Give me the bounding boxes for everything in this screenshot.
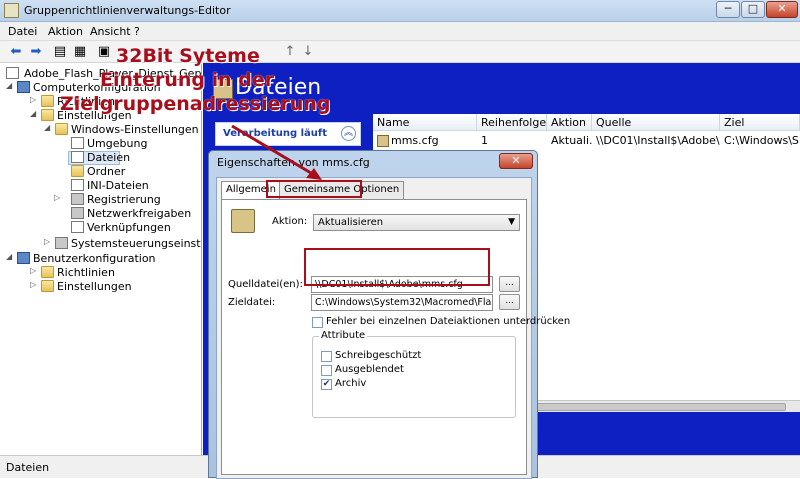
collapse-icon[interactable]: ◢: [6, 81, 16, 90]
dropdown-arrow-icon: ▼: [508, 217, 515, 227]
shortcut-icon: [71, 221, 84, 233]
aktion-value: Aktualisieren: [318, 217, 384, 228]
processing-label: Verarbeitung läuft: [223, 128, 328, 139]
tree-b-einstellungen[interactable]: ▷ Einstellungen: [30, 280, 200, 294]
table-cell-action[interactable]: Aktuali...: [547, 133, 592, 149]
archive-label: Archiv: [335, 378, 367, 389]
status-text: Dateien: [6, 461, 50, 474]
menu-ansicht[interactable]: Ansicht: [90, 25, 131, 38]
properties-dialog: Eigenschaften von mms.cfg ✕ Allgemein Ge…: [208, 150, 570, 479]
collapse-icon[interactable]: ◢: [44, 123, 54, 132]
table-cell-source[interactable]: \\DC01\Install$\Adobe\mms...: [592, 133, 720, 149]
archive-checkbox[interactable]: ✔: [321, 379, 332, 390]
processing-panel[interactable]: Verarbeitung läuft ︽: [215, 122, 361, 146]
aktion-dropdown[interactable]: Aktualisieren ▼: [313, 214, 520, 231]
tree-windows-einstellungen[interactable]: ◢ Windows-Einstellungen: [44, 123, 200, 137]
folder-icon: [41, 95, 54, 107]
attribute-groupbox: Attribute Schreibgeschützt Ausgeblendet …: [312, 330, 516, 418]
highlight-file-paths: [304, 248, 490, 286]
maximize-button[interactable]: □: [741, 1, 765, 18]
control-panel-icon: [55, 237, 68, 249]
registry-icon: [71, 193, 84, 205]
annotation-line-1: 32Bit Syteme: [116, 45, 260, 67]
zieldatei-input[interactable]: C:\Windows\System32\Macromed\Flash\mms.: [311, 294, 493, 311]
collapse-icon[interactable]: ◢: [6, 252, 16, 261]
ini-file-icon: [71, 179, 84, 191]
hidden-label: Ausgeblendet: [335, 364, 404, 375]
table-cell-order[interactable]: 1: [477, 133, 547, 149]
back-arrow-icon[interactable]: ⬅: [8, 44, 24, 60]
dialog-body: Allgemein Gemeinsame Optionen Aktion: Ak…: [216, 177, 570, 479]
highlight-common-options-tab: [266, 180, 362, 198]
menu-aktion[interactable]: Aktion: [48, 25, 83, 38]
column-header-action[interactable]: Aktion: [547, 114, 592, 131]
hidden-checkbox[interactable]: [321, 365, 332, 376]
collapse-icon[interactable]: ◢: [30, 109, 40, 118]
forward-arrow-icon[interactable]: ➡: [28, 44, 44, 60]
menu-datei[interactable]: Datei: [8, 25, 37, 38]
table-cell-name[interactable]: mms.cfg: [387, 133, 477, 149]
expand-icon[interactable]: ▷: [30, 95, 40, 104]
column-header-name[interactable]: Name: [373, 114, 477, 131]
tree-netzwerkfreigaben[interactable]: Netzwerkfreigaben: [60, 207, 200, 221]
environment-icon: [71, 137, 84, 149]
suppress-errors-label: Fehler bei einzelnen Dateiaktionen unter…: [326, 316, 571, 327]
menu-help[interactable]: ?: [134, 25, 140, 38]
tree-ordner[interactable]: Ordner: [60, 165, 200, 179]
computer-icon: [17, 81, 30, 93]
tab-panel: Aktion: Aktualisieren ▼ Quelldatei(en): …: [221, 199, 570, 475]
folder-icon: [41, 280, 54, 292]
folder-icon: [41, 109, 54, 121]
folder-icon: [55, 123, 68, 135]
dialog-title: Eigenschaften von mms.cfg: [217, 156, 370, 169]
browse-target-button[interactable]: ...: [499, 294, 520, 310]
tree-umgebung[interactable]: Umgebung: [60, 137, 200, 151]
readonly-label: Schreibgeschützt: [335, 350, 422, 361]
column-header-order[interactable]: Reihenfolge: [477, 114, 547, 131]
annotation-line-3: Zielgruppenadressierung: [60, 93, 331, 115]
menu-bar: Datei Aktion Ansicht ?: [0, 22, 800, 41]
window-title: Gruppenrichtlinienverwaltungs-Editor: [24, 4, 231, 17]
table-cell-target[interactable]: C:\Windows\S: [720, 133, 800, 149]
column-header-source[interactable]: Quelle: [592, 114, 720, 131]
files-icon: [71, 151, 84, 163]
title-bar: Gruppenrichtlinienverwaltungs-Editor ─ □…: [0, 0, 800, 22]
tree-registrierung[interactable]: ▷ Registrierung: [54, 193, 200, 207]
folder-icon: [71, 165, 84, 177]
readonly-checkbox[interactable]: [321, 351, 332, 362]
column-header-target[interactable]: Ziel: [720, 114, 800, 131]
tree-systemsteuerung[interactable]: ▷ Systemsteuerungseinstellunge: [44, 237, 201, 251]
suppress-errors-checkbox[interactable]: [312, 317, 323, 328]
folder-icon: [41, 266, 54, 278]
expand-icon[interactable]: ▷: [44, 237, 54, 246]
dialog-close-button[interactable]: ✕: [499, 153, 533, 169]
aktion-label: Aktion:: [272, 216, 308, 227]
user-icon: [17, 252, 30, 264]
annotation-line-2: Einterung in der: [100, 69, 275, 91]
file-action-icon: [231, 209, 255, 233]
attribute-legend: Attribute: [319, 330, 368, 341]
minimize-button[interactable]: ─: [716, 1, 740, 18]
app-icon: [4, 3, 19, 18]
expand-icon[interactable]: ▷: [30, 266, 40, 275]
close-button[interactable]: ✕: [766, 1, 798, 18]
expand-icon[interactable]: ▷: [30, 280, 40, 289]
network-share-icon: [71, 207, 84, 219]
tree-dateien[interactable]: Dateien: [60, 151, 200, 165]
tree-pane: Adobe_Flash_Player_Dienst_Geplante_Auf ◢…: [0, 63, 202, 455]
expand-icon[interactable]: ▷: [54, 193, 64, 202]
policy-icon: [6, 67, 19, 79]
annotation-text: 32Bit Syteme Einterung in der Zielgruppe…: [60, 44, 390, 116]
ziel-label: Zieldatei:: [228, 297, 276, 308]
browse-source-button[interactable]: ...: [499, 276, 520, 292]
tree-ini-dateien[interactable]: INI-Dateien: [60, 179, 200, 193]
tree-verknuepfungen[interactable]: Verknüpfungen: [60, 221, 200, 235]
collapse-chevron-icon[interactable]: ︽: [341, 126, 356, 141]
tree-b-richtlinien[interactable]: ▷ Richtlinien: [30, 266, 200, 280]
tree-benutzer-config[interactable]: ◢ Benutzerkonfiguration: [6, 252, 201, 266]
quell-label: Quelldatei(en):: [228, 279, 303, 290]
